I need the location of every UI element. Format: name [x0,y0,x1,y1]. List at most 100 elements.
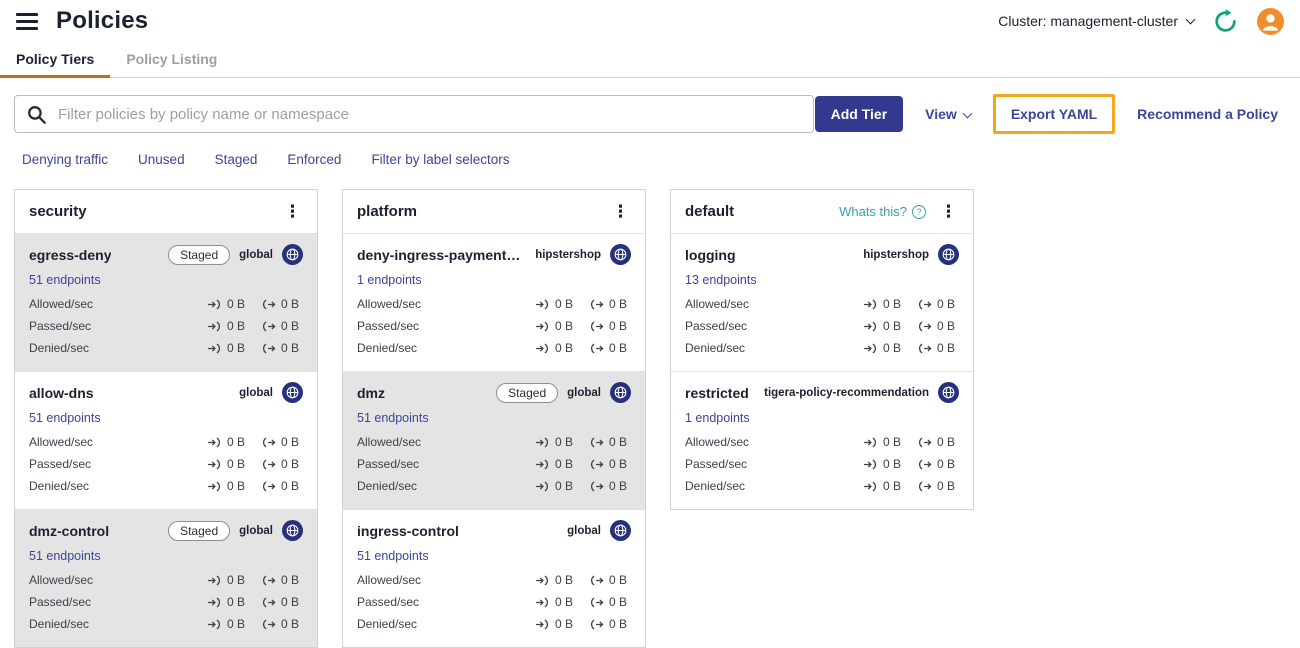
policy-name: restricted [685,384,749,401]
policy-name: dmz [357,384,385,401]
policy-filter-input[interactable] [56,104,801,124]
filter-denying-traffic[interactable]: Denying traffic [22,152,108,167]
metric-row: Allowed/sec 0 B 0 B [29,293,303,315]
metric-label: Allowed/sec [357,435,422,449]
policy-card[interactable]: restricted tigera-policy-recommendation … [671,372,973,509]
ingress-traffic-icon [863,321,878,332]
globe-icon [610,520,631,541]
filter-enforced[interactable]: Enforced [287,152,341,167]
tab-policy-tiers[interactable]: Policy Tiers [0,42,111,78]
filter-label-selectors[interactable]: Filter by label selectors [371,152,509,167]
endpoints-link[interactable]: 51 endpoints [357,411,429,425]
endpoints-link[interactable]: 51 endpoints [29,273,101,287]
policy-card[interactable]: egress-deny Staged global 51 endpoints A… [15,234,317,372]
filter-unused[interactable]: Unused [138,152,185,167]
tier-board: security ⋮ egress-deny Staged global 51 … [0,189,1300,648]
filter-staged[interactable]: Staged [215,152,258,167]
chevron-down-icon [1185,14,1196,24]
policy-card[interactable]: ingress-control global 51 endpoints Allo… [343,510,645,647]
kebab-menu-icon[interactable]: ⋮ [282,203,303,220]
ingress-traffic-icon [535,619,550,630]
metric-value: 0 B [227,341,246,355]
egress-traffic-icon [261,299,276,310]
policy-card[interactable]: logging hipstershop 13 endpoints Allowed… [671,234,973,372]
globe-icon [282,520,303,541]
metric-value: 0 B [227,617,246,631]
policy-card[interactable]: dmz-control Staged global 51 endpoints A… [15,510,317,647]
egress-traffic-icon [589,575,604,586]
tier-name: security [29,203,87,220]
endpoints-link[interactable]: 1 endpoints [357,273,422,287]
metric-label: Allowed/sec [357,573,422,587]
endpoints-link[interactable]: 51 endpoints [29,549,101,563]
endpoints-link[interactable]: 1 endpoints [685,411,750,425]
policy-name: ingress-control [357,522,459,539]
tier-card-default: default Whats this? ? ⋮ logging hipsters… [670,189,974,510]
globe-icon [938,382,959,403]
ingress-traffic-icon [207,575,222,586]
endpoints-link[interactable]: 13 endpoints [685,273,757,287]
metric-value: 0 B [883,457,902,471]
metric-label: Denied/sec [357,479,418,493]
policy-scope: global [567,386,601,399]
metric-label: Allowed/sec [29,435,94,449]
metric-label: Passed/sec [29,595,92,609]
egress-traffic-icon [589,597,604,608]
ingress-traffic-icon [535,437,550,448]
ingress-traffic-icon [535,459,550,470]
search-icon [28,105,46,124]
metric-row: Allowed/sec 0 B 0 B [685,293,959,315]
whats-this-link[interactable]: Whats this? ? [839,204,926,219]
metric-value: 0 B [609,435,628,449]
history-icon[interactable] [1212,8,1239,35]
egress-traffic-icon [261,575,276,586]
ingress-traffic-icon [535,343,550,354]
metric-label: Passed/sec [29,457,92,471]
policy-card[interactable]: dmz Staged global 51 endpoints Allowed/s… [343,372,645,510]
add-tier-button[interactable]: Add Tier [814,96,904,132]
ingress-traffic-icon [207,597,222,608]
metric-row: Passed/sec 0 B 0 B [357,315,631,337]
policy-card[interactable]: deny-ingress-paymentservi… hipstershop 1… [343,234,645,372]
metric-label: Allowed/sec [29,297,94,311]
globe-icon [610,382,631,403]
view-dropdown[interactable]: View [925,106,973,122]
policy-card[interactable]: allow-dns global 51 endpoints Allowed/se… [15,372,317,510]
metric-value: 0 B [555,479,574,493]
cluster-selector[interactable]: Cluster: management-cluster [998,13,1196,29]
kebab-menu-icon[interactable]: ⋮ [938,203,959,220]
ingress-traffic-icon [535,299,550,310]
metric-value: 0 B [281,341,300,355]
policy-scope: global [239,386,273,399]
endpoints-link[interactable]: 51 endpoints [29,411,101,425]
metric-value: 0 B [609,319,628,333]
metric-label: Denied/sec [357,617,418,631]
tab-policy-listing[interactable]: Policy Listing [110,42,233,77]
ingress-traffic-icon [535,597,550,608]
metric-value: 0 B [937,297,956,311]
metric-value: 0 B [883,297,902,311]
kebab-menu-icon[interactable]: ⋮ [610,203,631,220]
user-avatar[interactable] [1257,7,1284,35]
endpoints-link[interactable]: 51 endpoints [357,549,429,563]
menu-icon[interactable] [16,11,38,32]
policy-scope: global [239,524,273,537]
metric-value: 0 B [609,457,628,471]
metric-row: Allowed/sec 0 B 0 B [29,431,303,453]
ingress-traffic-icon [535,321,550,332]
policy-scope: global [567,524,601,537]
egress-traffic-icon [589,321,604,332]
ingress-traffic-icon [207,299,222,310]
export-yaml-button[interactable]: Export YAML [995,97,1113,131]
ingress-traffic-icon [535,481,550,492]
metric-label: Passed/sec [685,457,748,471]
recommend-policy-link[interactable]: Recommend a Policy [1137,106,1278,122]
metric-label: Allowed/sec [685,297,750,311]
info-icon: ? [912,204,926,219]
metric-label: Passed/sec [357,595,420,609]
egress-traffic-icon [261,481,276,492]
metric-row: Denied/sec 0 B 0 B [685,337,959,359]
egress-traffic-icon [261,343,276,354]
egress-traffic-icon [261,437,276,448]
ingress-traffic-icon [863,299,878,310]
